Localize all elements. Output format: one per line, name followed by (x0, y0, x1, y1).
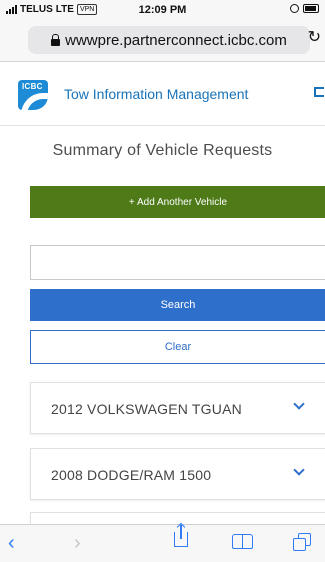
tabs-icon[interactable] (292, 533, 314, 551)
logo-text: ICBC (22, 82, 43, 91)
battery-icon (303, 4, 319, 13)
back-icon[interactable]: ‹ (8, 531, 15, 555)
chevron-down-icon[interactable] (293, 464, 305, 476)
vehicle-label: 2008 DODGE/RAM 1500 (51, 467, 212, 483)
status-time: 12:09 PM (138, 4, 187, 16)
app-title[interactable]: Tow Information Management (64, 86, 248, 102)
vehicle-card[interactable]: 2008 DODGE/RAM 1500 (30, 448, 325, 500)
status-right (290, 4, 319, 13)
page-title: Summary of Vehicle Requests (52, 142, 273, 159)
forward-icon[interactable]: › (74, 531, 81, 555)
search-input[interactable] (30, 245, 325, 280)
bookmarks-icon[interactable] (232, 534, 254, 549)
address-bar[interactable]: wwwpre.partnerconnect.icbc.com (28, 26, 310, 54)
browser-toolbar: ‹ › (0, 524, 325, 562)
vehicle-label: 2012 VOLKSWAGEN TGUAN (51, 401, 242, 417)
reload-icon[interactable]: ↻ (308, 27, 321, 47)
icbc-logo[interactable]: ICBC (18, 80, 48, 110)
app-header: ICBC Tow Information Management (0, 62, 325, 126)
status-bar: TELUS LTE VPN 12:09 PM (0, 0, 325, 20)
search-button[interactable]: Search (30, 289, 325, 321)
add-vehicle-button[interactable]: + Add Another Vehicle (30, 186, 325, 218)
share-icon[interactable] (174, 525, 188, 547)
browser-address-area: wwwpre.partnerconnect.icbc.com ↻ (0, 20, 325, 62)
location-icon (290, 4, 299, 13)
url-text: wwwpre.partnerconnect.icbc.com (65, 31, 287, 49)
logo-swoosh-icon (21, 93, 48, 110)
clear-button[interactable]: Clear (30, 330, 325, 364)
chevron-down-icon[interactable] (293, 398, 305, 410)
logout-icon[interactable] (314, 87, 324, 97)
vehicle-card[interactable]: 2012 VOLKSWAGEN TGUAN (30, 382, 325, 434)
lock-icon (51, 34, 61, 46)
